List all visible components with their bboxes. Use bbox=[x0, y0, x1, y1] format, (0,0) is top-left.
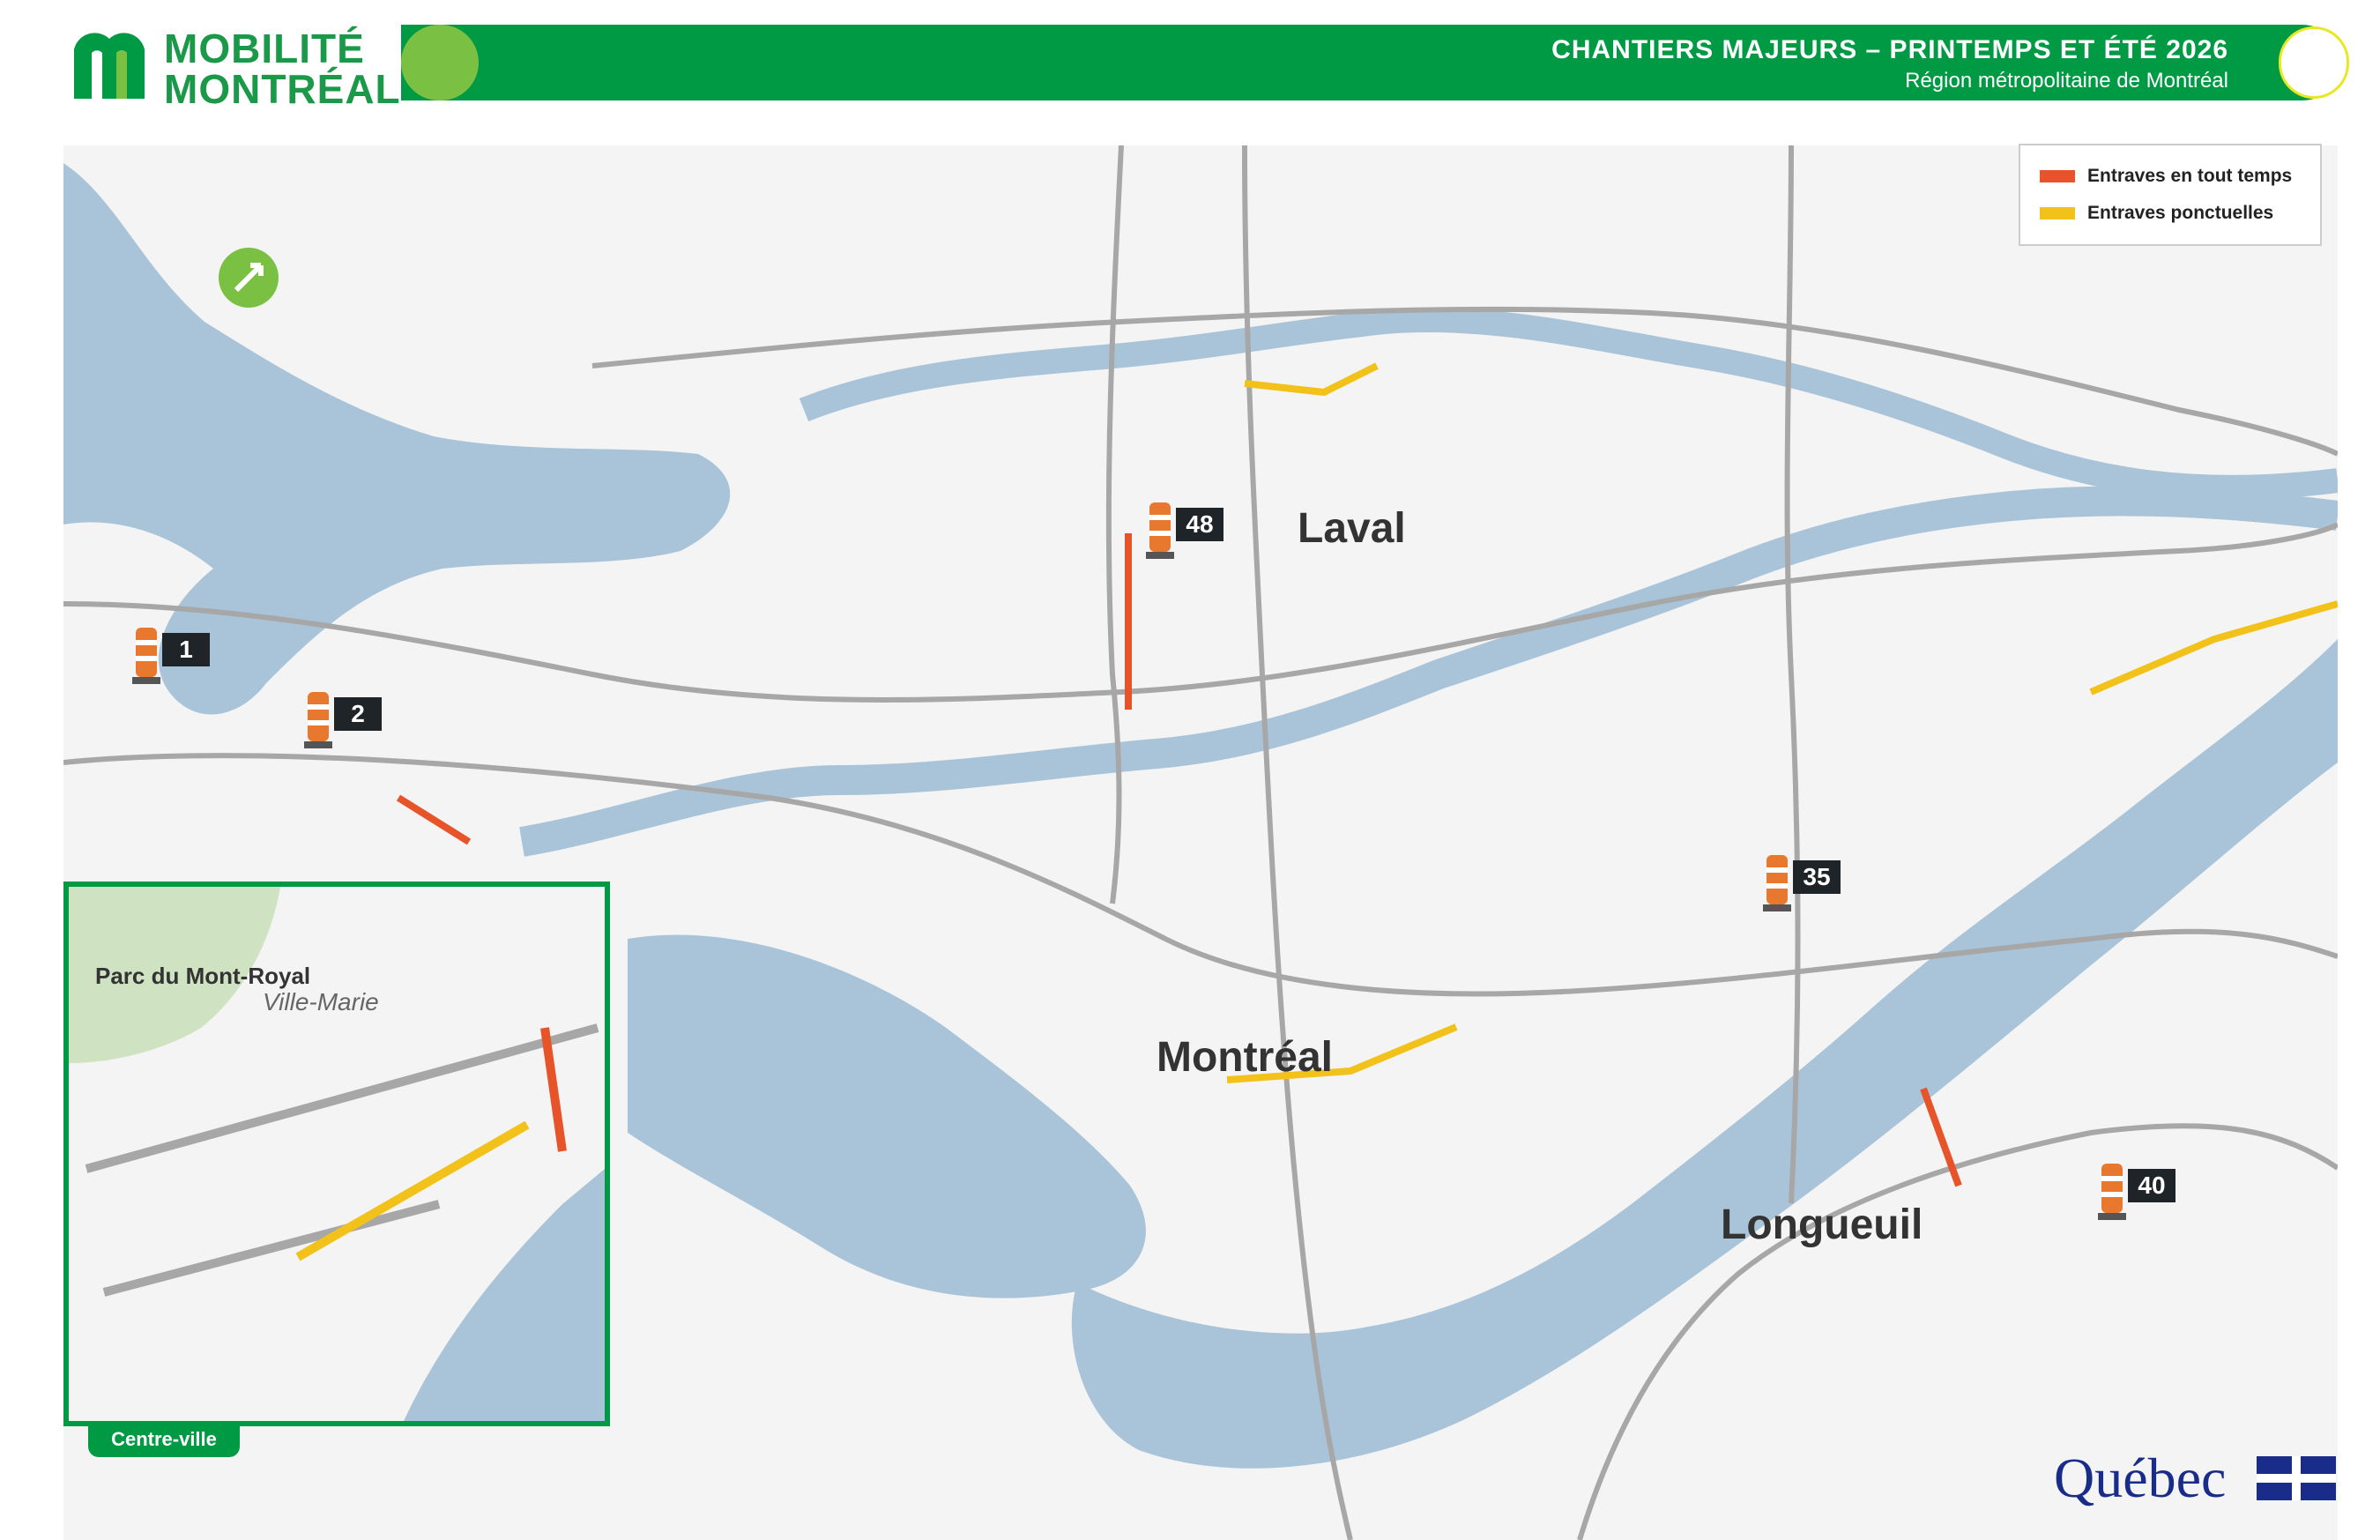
traffic-cone-icon bbox=[1763, 855, 1791, 911]
site-number: 2 bbox=[334, 697, 382, 731]
header: MOBILITÉ MONTRÉAL CHANTIERS MAJEURS – PR… bbox=[0, 0, 2380, 132]
mobilite-montreal-logo: MOBILITÉ MONTRÉAL bbox=[69, 18, 400, 115]
inset-tag: Centre-ville bbox=[88, 1424, 240, 1457]
logo-line2: MONTRÉAL bbox=[164, 66, 401, 112]
quebec-government-logo: Québec bbox=[2054, 1446, 2354, 1509]
inset-district-label: Ville-Marie bbox=[263, 988, 379, 1016]
banner-end-circle bbox=[2279, 26, 2349, 99]
site-number: 48 bbox=[1176, 508, 1223, 541]
traffic-cone-icon bbox=[1146, 502, 1174, 559]
north-arrow-icon bbox=[219, 248, 279, 308]
banner-circle bbox=[401, 25, 479, 100]
fleur-de-lys-flag-icon bbox=[2257, 1456, 2336, 1500]
region-label-montreal: Montréal bbox=[1157, 1034, 1333, 1081]
legend: Entraves en tout temps Entraves ponctuel… bbox=[2019, 144, 2322, 246]
region-label-longueuil: Longueuil bbox=[1721, 1201, 1923, 1248]
logo-line1: MOBILITÉ bbox=[164, 26, 365, 71]
legend-item-ponctuelles: Entraves ponctuelles bbox=[2040, 200, 2273, 227]
traffic-cone-icon bbox=[304, 692, 332, 748]
quebec-wordmark: Québec bbox=[2054, 1447, 2227, 1509]
traffic-cone-icon bbox=[2098, 1164, 2126, 1220]
legend-swatch-yellow bbox=[2040, 207, 2075, 219]
traffic-cone-icon bbox=[132, 628, 160, 684]
inset-park-label: Parc du Mont-Royal bbox=[95, 963, 310, 989]
site-number: 40 bbox=[2128, 1169, 2175, 1202]
legend-item-tout-temps: Entraves en tout temps bbox=[2040, 163, 2292, 190]
logo-m-icon bbox=[74, 33, 145, 99]
legend-label: Entraves en tout temps bbox=[2087, 166, 2293, 186]
site-number: 35 bbox=[1793, 860, 1841, 894]
legend-label: Entraves ponctuelles bbox=[2087, 203, 2274, 223]
site-number: 1 bbox=[162, 633, 210, 666]
inset-map: Parc du Mont-Royal Ville-Marie bbox=[69, 887, 605, 1421]
page-title: CHANTIERS MAJEURS – PRINTEMPS ET ÉTÉ 202… bbox=[1551, 35, 2228, 64]
region-label-laval: Laval bbox=[1298, 505, 1406, 552]
legend-swatch-orange bbox=[2040, 170, 2075, 182]
page-subtitle: Région métropolitaine de Montréal bbox=[1905, 69, 2228, 93]
centre-ville-inset[interactable]: Parc du Mont-Royal Ville-Marie bbox=[63, 882, 610, 1426]
